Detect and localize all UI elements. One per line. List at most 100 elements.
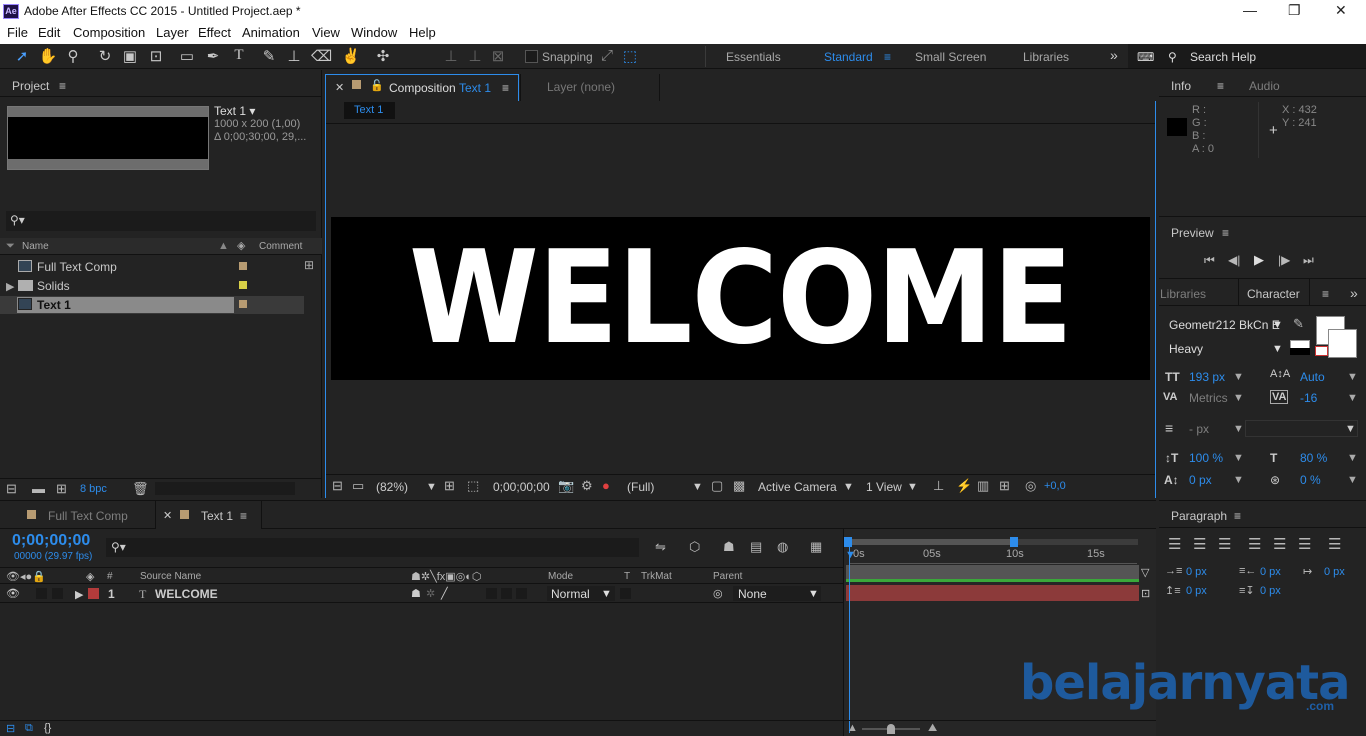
view-layout-dropdown[interactable]: 1 View (866, 480, 902, 494)
layer-tab[interactable]: Layer (none) (520, 74, 660, 101)
snap-features-icon[interactable]: ⬚ (620, 47, 640, 65)
snapping-checkbox[interactable] (525, 50, 538, 63)
safe-zones-icon[interactable]: ⊞ (444, 478, 455, 494)
align-right-icon[interactable]: ☰ (1218, 535, 1231, 553)
paragraph-tab[interactable]: Paragraph (1171, 509, 1227, 523)
project-item-row-selected[interactable]: Text 1 (0, 296, 304, 314)
flowchart-icon[interactable]: ⊞ (999, 478, 1010, 494)
close-button[interactable]: ✕ (1335, 2, 1347, 19)
no-fill-icon[interactable] (1315, 346, 1328, 356)
graph-editor-icon[interactable]: ▦ (810, 539, 822, 555)
current-time-indicator-icon[interactable]: ▼ (845, 549, 856, 561)
camera-view-dropdown[interactable]: Active Camera (758, 480, 837, 494)
snap-edges-icon[interactable]: ⤢ (597, 47, 617, 64)
timeline-search-input[interactable]: ⚲▾ (106, 538, 639, 557)
space-before-value[interactable]: 0 px (1186, 585, 1207, 597)
timeline-tab-menu-icon[interactable]: ≡ (240, 509, 247, 523)
indent-right-value[interactable]: 0 px (1260, 566, 1281, 578)
chevron-down-icon[interactable]: ▼ (1233, 423, 1244, 435)
collapse-switch-icon[interactable]: ✲ (426, 587, 435, 600)
chevron-down-icon[interactable]: ▼ (1272, 343, 1283, 355)
eyedropper-icon[interactable]: ✎ (1293, 316, 1304, 332)
source-name-column-header[interactable]: Source Name (140, 571, 201, 582)
zoom-in-icon[interactable]: ⛰ (928, 722, 937, 735)
last-frame-icon[interactable]: ⏭ (1303, 253, 1314, 268)
indent-left-value[interactable]: 0 px (1186, 566, 1207, 578)
chevron-down-icon[interactable]: ▼ (426, 481, 437, 493)
character-tab[interactable]: Character (1247, 287, 1300, 301)
paragraph-menu-icon[interactable]: ≡ (1234, 509, 1241, 523)
composition-canvas[interactable]: WELCOME (331, 217, 1150, 380)
region-of-interest-icon[interactable]: ▢ (711, 478, 723, 494)
timeline-icon[interactable]: ▥ (977, 478, 989, 494)
chevron-down-icon[interactable]: ▼ (1345, 423, 1356, 435)
name-column-header[interactable]: Name (22, 241, 49, 252)
leading-value[interactable]: Auto (1300, 370, 1325, 384)
exposure-value[interactable]: +0,0 (1044, 480, 1066, 492)
vertical-scale-value[interactable]: 100 % (1189, 451, 1223, 465)
motion-blur-icon[interactable]: ◍ (777, 539, 788, 555)
workspace-standard[interactable]: Standard (824, 50, 873, 64)
menu-file[interactable]: File (7, 25, 28, 40)
close-tab-icon[interactable]: ✕ (335, 81, 344, 94)
new-folder-icon[interactable]: ▬ (32, 481, 45, 496)
selection-tool-icon[interactable]: ➚ (12, 47, 32, 65)
show-snapshot-icon[interactable]: ⚙ (581, 478, 593, 494)
baseline-shift-value[interactable]: 0 px (1189, 473, 1212, 487)
draft-3d-icon[interactable]: ⬡ (689, 539, 700, 555)
comment-column-header[interactable]: Comment (259, 241, 302, 252)
magnification-dropdown[interactable]: (82%) (376, 480, 408, 494)
pan-behind-tool-icon[interactable]: ⊡ (146, 47, 166, 65)
workspace-overflow-icon[interactable]: » (1110, 47, 1118, 63)
close-tab-icon[interactable]: ✕ (163, 509, 172, 522)
project-item-row[interactable]: Full Text Comp ⊞ (0, 258, 314, 276)
transparency-toggle-icon[interactable]: ▩ (733, 478, 745, 494)
current-time-display[interactable]: 0;00;00;00 (493, 480, 550, 494)
chevron-down-icon[interactable]: ▼ (843, 481, 854, 493)
preserve-transparency-toggle[interactable] (620, 588, 631, 599)
stroke-color-swatch[interactable] (1328, 329, 1357, 358)
layer-duration-bar[interactable] (846, 585, 1139, 601)
align-left-icon[interactable]: ☰ (1168, 535, 1181, 553)
label-tag-icon[interactable]: ◈ (237, 239, 245, 252)
restore-button[interactable]: ❐ (1288, 2, 1301, 19)
composition-breadcrumb[interactable]: Text 1 (344, 102, 395, 119)
parent-column-header[interactable]: Parent (713, 571, 742, 582)
info-menu-icon[interactable]: ≡ (1217, 79, 1224, 93)
chevron-down-icon[interactable]: ▼ (692, 481, 703, 493)
first-frame-icon[interactable]: ⏮ (1204, 253, 1215, 268)
solo-toggle[interactable] (36, 588, 47, 599)
roto-brush-tool-icon[interactable]: ✌ (341, 47, 361, 65)
chevron-down-icon[interactable]: ▼ (1233, 452, 1244, 464)
label-color-swatch[interactable] (239, 300, 247, 308)
eraser-tool-icon[interactable]: ⌫ (311, 47, 332, 65)
delete-icon[interactable]: 🗑 (132, 481, 149, 497)
chevron-down-icon[interactable]: ▼ (1347, 392, 1358, 404)
flowchart-icon[interactable]: ⊞ (304, 258, 314, 272)
justify-left-icon[interactable]: ☰ (1248, 535, 1261, 553)
project-item-row[interactable]: ▶ Solids (0, 277, 304, 295)
timeline-current-time[interactable]: 0;00;00;00 (12, 532, 90, 550)
mode-column-header[interactable]: Mode (548, 571, 573, 582)
bit-depth-button[interactable]: 8 bpc (80, 483, 107, 495)
in-out-toggle-icon[interactable]: {} (44, 722, 51, 734)
previous-frame-icon[interactable]: ◀| (1228, 253, 1240, 267)
channel-icon[interactable]: ● (602, 478, 610, 493)
menu-edit[interactable]: Edit (38, 25, 60, 40)
kerning-value[interactable]: Metrics (1189, 391, 1228, 405)
expand-arrow-icon[interactable]: ▶ (75, 588, 83, 601)
composition-tab-menu-icon[interactable]: ≡ (502, 81, 509, 95)
comp-marker-bin-icon[interactable]: ▽ (1141, 566, 1149, 579)
chevron-down-icon[interactable]: ▼ (1347, 474, 1358, 486)
layer-label-swatch[interactable] (88, 588, 99, 599)
project-menu-icon[interactable]: ≡ (59, 79, 66, 93)
lock-toggle[interactable] (52, 588, 63, 599)
world-axis-icon[interactable]: ⊥ (465, 47, 485, 65)
next-frame-icon[interactable]: |▶ (1278, 253, 1290, 267)
stroke-width-value[interactable]: - px (1189, 422, 1209, 436)
menu-window[interactable]: Window (351, 25, 397, 40)
justify-right-icon[interactable]: ☰ (1298, 535, 1311, 553)
quality-switch-icon[interactable]: ╱ (441, 587, 448, 600)
local-axis-icon[interactable]: ⊥ (441, 47, 461, 65)
menu-help[interactable]: Help (409, 25, 436, 40)
